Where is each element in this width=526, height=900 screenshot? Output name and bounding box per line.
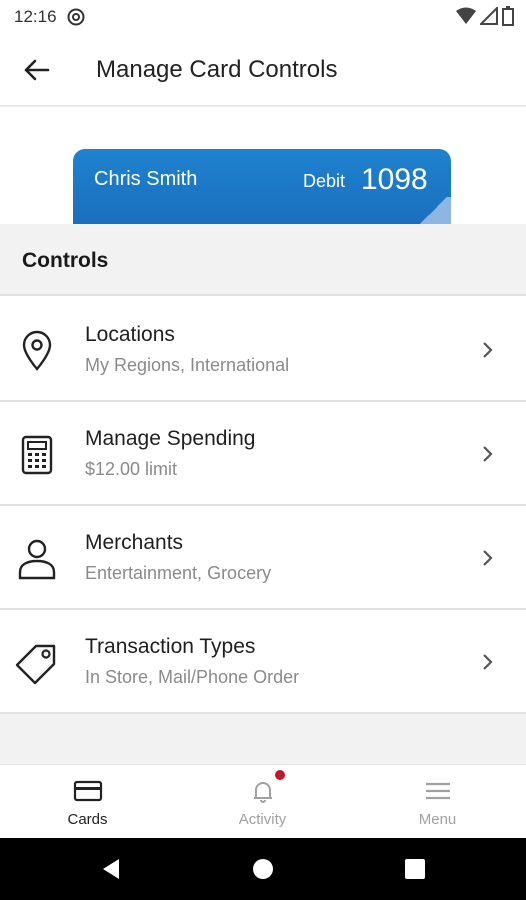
- chevron-right-icon: [483, 446, 493, 462]
- control-subtitle: My Regions, International: [85, 355, 290, 375]
- hamburger-icon: [426, 782, 450, 800]
- tag-icon: [15, 644, 56, 685]
- app-header: Manage Card Controls: [0, 34, 526, 106]
- control-subtitle: In Store, Mail/Phone Order: [85, 667, 300, 687]
- back-arrow-icon[interactable]: [20, 54, 52, 86]
- control-title: Locations: [85, 323, 175, 346]
- chevron-right-icon: [483, 550, 493, 566]
- location-pin-icon: [22, 330, 52, 371]
- control-row-manage-spending[interactable]: Manage Spending $12.00 limit: [0, 402, 526, 506]
- card-last-four: 1098: [361, 163, 428, 196]
- control-row-merchants[interactable]: Merchants Entertainment, Grocery: [0, 506, 526, 610]
- system-navigation-bar: [0, 838, 526, 900]
- nav-label: Cards: [67, 811, 108, 828]
- signal-icon: [480, 7, 498, 25]
- list-footer-space: [0, 714, 526, 764]
- chevron-right-icon: [483, 654, 493, 670]
- control-subtitle: $12.00 limit: [85, 459, 178, 479]
- card-preview-area: Chris Smith Debit 1098: [0, 106, 526, 225]
- card-holder-name: Chris Smith: [94, 168, 198, 190]
- system-back-icon[interactable]: [97, 855, 125, 883]
- nav-label: Menu: [418, 811, 457, 828]
- nav-tab-activity[interactable]: Activity: [175, 765, 350, 839]
- status-time: 12:16: [14, 7, 57, 26]
- controls-list: Locations My Regions, International Mana…: [0, 298, 526, 714]
- at-sign-icon: [67, 8, 85, 26]
- wifi-icon: [456, 7, 476, 24]
- status-bar: 12:16: [0, 0, 526, 34]
- page-title: Manage Card Controls: [96, 56, 338, 83]
- bottom-nav: Cards Activity Menu: [0, 764, 526, 838]
- controls-heading: Controls: [22, 249, 109, 272]
- control-subtitle: Entertainment, Grocery: [85, 563, 272, 583]
- nav-tab-menu[interactable]: Menu: [350, 765, 525, 839]
- system-home-icon[interactable]: [249, 855, 277, 883]
- bell-icon: [254, 782, 272, 803]
- nav-label: Activity: [238, 811, 287, 828]
- card-icon: [73, 780, 103, 802]
- nav-tab-cards[interactable]: Cards: [0, 765, 175, 839]
- chevron-right-icon: [483, 342, 493, 358]
- card-type: Debit: [303, 171, 346, 191]
- debit-card[interactable]: Chris Smith Debit 1098: [73, 149, 451, 225]
- calculator-icon: [21, 435, 53, 475]
- system-recents-icon[interactable]: [401, 855, 429, 883]
- control-title: Merchants: [85, 531, 184, 554]
- battery-icon: [502, 6, 514, 26]
- status-icons: [456, 6, 514, 26]
- control-title: Manage Spending: [85, 427, 256, 450]
- control-title: Transaction Types: [85, 635, 256, 658]
- control-row-transaction-types[interactable]: Transaction Types In Store, Mail/Phone O…: [0, 610, 526, 714]
- controls-section-header: Controls: [0, 224, 526, 296]
- card-page-curl: [415, 197, 451, 225]
- notification-dot: [275, 770, 285, 780]
- control-row-locations[interactable]: Locations My Regions, International: [0, 298, 526, 402]
- person-icon: [18, 539, 56, 580]
